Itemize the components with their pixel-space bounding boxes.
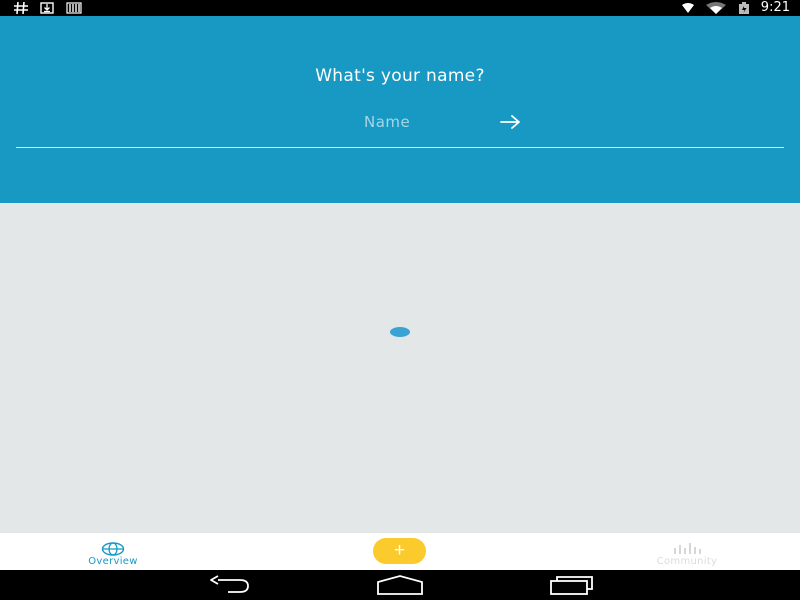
add-button[interactable]: + [373, 538, 426, 564]
battery-icon [738, 2, 749, 14]
tab-community-label: Community [656, 556, 718, 567]
name-input[interactable] [355, 110, 494, 134]
tab-community[interactable]: Community [627, 533, 747, 570]
system-nav-bar [0, 570, 800, 600]
back-icon[interactable] [206, 574, 252, 596]
status-bar-left [14, 0, 82, 16]
status-bar-right: 9:21 [681, 0, 790, 16]
name-prompt-header: What's your name? [0, 16, 800, 203]
bar-chart-icon [674, 543, 701, 554]
main-content [0, 203, 800, 533]
wifi-icon [705, 2, 726, 14]
bottom-tab-bar: Overview + Community [0, 533, 800, 570]
download-icon [40, 2, 54, 14]
arrow-right-icon[interactable] [499, 114, 523, 130]
app-screen: 9:21 What's your name? Overview + [0, 0, 800, 600]
add-button-label: + [393, 540, 406, 561]
tab-overview[interactable]: Overview [53, 533, 173, 570]
input-underline [16, 147, 784, 148]
storage-icon [66, 2, 82, 14]
loading-indicator [390, 327, 410, 337]
prompt-title: What's your name? [315, 66, 485, 86]
status-time: 9:21 [760, 0, 790, 15]
signal-icon [681, 3, 694, 13]
recents-icon[interactable] [548, 574, 594, 596]
hash-icon [14, 2, 28, 14]
status-bar: 9:21 [0, 0, 800, 16]
tab-overview-label: Overview [88, 556, 138, 567]
globe-icon [101, 542, 125, 556]
home-icon[interactable] [376, 574, 424, 596]
